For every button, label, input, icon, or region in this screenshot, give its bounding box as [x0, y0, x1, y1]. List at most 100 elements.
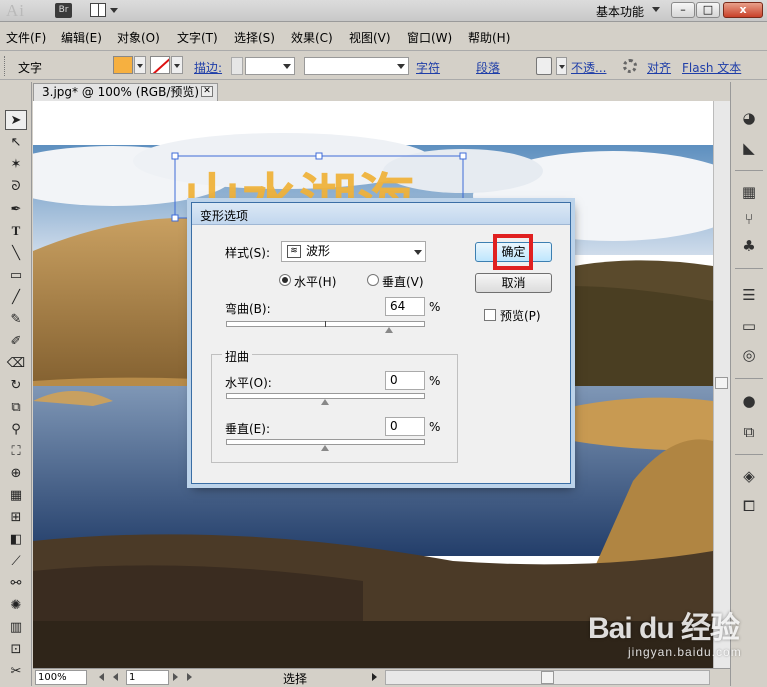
- artboards-panel-icon[interactable]: ⧠: [739, 496, 759, 516]
- menu-window[interactable]: 窗口(W): [407, 29, 452, 46]
- blend-tool-icon[interactable]: ⚯: [5, 573, 27, 593]
- vertical-radio[interactable]: [367, 274, 379, 286]
- bridge-button[interactable]: Br: [55, 3, 72, 18]
- stroke-dropdown[interactable]: [171, 56, 183, 74]
- stroke-panel-icon[interactable]: ☰: [739, 285, 759, 305]
- close-icon[interactable]: ✕: [201, 86, 213, 97]
- artboard-number-field[interactable]: 1: [126, 670, 169, 685]
- fill-dropdown[interactable]: [134, 56, 146, 74]
- stroke-weight-stepper[interactable]: [231, 57, 243, 75]
- slice-tool-icon[interactable]: ✂: [5, 661, 27, 681]
- align-link[interactable]: 对齐: [647, 59, 671, 76]
- swatches-panel-icon[interactable]: ▦: [739, 182, 759, 202]
- line-tool-icon[interactable]: ╲: [5, 243, 27, 263]
- rotate-tool-icon[interactable]: ↻: [5, 375, 27, 395]
- flash-text-link[interactable]: Flash 文本: [682, 59, 741, 76]
- menu-help[interactable]: 帮助(H): [468, 29, 510, 46]
- horizontal-scroll-thumb[interactable]: [541, 671, 554, 684]
- perspective-grid-tool-icon[interactable]: ▦: [5, 485, 27, 505]
- opacity-link[interactable]: 不透...: [571, 59, 606, 76]
- pen-tool-icon[interactable]: ✒: [5, 199, 27, 219]
- menu-effect[interactable]: 效果(C): [291, 29, 333, 46]
- bend-input[interactable]: 64: [385, 297, 425, 316]
- stroke-weight-dropdown[interactable]: [245, 57, 295, 75]
- pencil-tool-icon[interactable]: ✎: [5, 309, 27, 329]
- status-menu-icon[interactable]: [372, 673, 377, 681]
- direct-selection-tool-icon[interactable]: ↖: [5, 132, 27, 152]
- mesh-tool-icon[interactable]: ⊞: [5, 507, 27, 527]
- first-artboard-icon[interactable]: [99, 673, 104, 681]
- menu-file[interactable]: 文件(F): [6, 29, 46, 46]
- stroke-none-swatch[interactable]: [150, 56, 170, 74]
- menu-type[interactable]: 文字(T): [177, 29, 218, 46]
- distort-horizontal-input[interactable]: 0: [385, 371, 425, 390]
- distort-vertical-slider-thumb[interactable]: [321, 445, 329, 451]
- shape-builder-tool-icon[interactable]: ⊕: [5, 463, 27, 483]
- selection-tool-icon[interactable]: ➤: [5, 110, 27, 130]
- layers-panel-icon[interactable]: ◈: [739, 466, 759, 486]
- vertical-radio-label[interactable]: 垂直(V): [382, 273, 424, 290]
- cancel-button[interactable]: 取消: [475, 273, 552, 293]
- blob-brush-tool-icon[interactable]: ✐: [5, 331, 27, 351]
- gear-icon[interactable]: [623, 59, 637, 73]
- panel-grip-icon[interactable]: [4, 56, 7, 76]
- preview-checkbox[interactable]: [484, 309, 496, 321]
- selection-handle[interactable]: [171, 214, 179, 222]
- zoom-dropdown[interactable]: 100%: [35, 670, 87, 685]
- maximize-button[interactable]: □: [696, 2, 720, 18]
- font-family-dropdown[interactable]: [304, 57, 409, 75]
- paintbrush-tool-icon[interactable]: ╱: [5, 287, 27, 307]
- character-panel-link[interactable]: 字符: [416, 59, 440, 76]
- horizontal-radio[interactable]: [279, 274, 291, 286]
- distort-vertical-input[interactable]: 0: [385, 417, 425, 436]
- minimize-button[interactable]: –: [671, 2, 695, 18]
- free-transform-tool-icon[interactable]: ⛶: [5, 441, 27, 461]
- dialog-titlebar[interactable]: 变形选项: [192, 203, 570, 225]
- brushes-panel-icon[interactable]: ⑂: [739, 209, 759, 229]
- magic-wand-tool-icon[interactable]: ✶: [5, 154, 27, 174]
- selection-handle[interactable]: [459, 152, 467, 160]
- current-tool-status[interactable]: 选择: [283, 670, 307, 687]
- next-artboard-icon[interactable]: [173, 673, 178, 681]
- selection-handle[interactable]: [315, 152, 323, 160]
- vertical-scroll-thumb[interactable]: [715, 377, 728, 389]
- column-graph-tool-icon[interactable]: ▥: [5, 617, 27, 637]
- stroke-label[interactable]: 描边:: [194, 59, 222, 76]
- symbols-panel-icon[interactable]: ♣: [739, 236, 759, 256]
- fill-color-swatch[interactable]: [113, 56, 133, 74]
- appearance-panel-icon[interactable]: ●: [739, 391, 759, 411]
- artboard-tool-icon[interactable]: ⊡: [5, 639, 27, 659]
- menu-object[interactable]: 对象(O): [117, 29, 160, 46]
- arrange-documents-button[interactable]: [90, 3, 120, 18]
- warp-tool-icon[interactable]: ⚲: [5, 419, 27, 439]
- previous-artboard-icon[interactable]: [113, 673, 118, 681]
- chevron-down-icon[interactable]: [652, 7, 660, 12]
- rectangle-tool-icon[interactable]: ▭: [5, 265, 27, 285]
- type-tool-icon[interactable]: T: [5, 221, 27, 241]
- menu-edit[interactable]: 编辑(E): [61, 29, 102, 46]
- eyedropper-tool-icon[interactable]: ⟋: [5, 551, 27, 571]
- menu-select[interactable]: 选择(S): [234, 29, 275, 46]
- lasso-tool-icon[interactable]: ᘐ: [5, 176, 27, 196]
- last-artboard-icon[interactable]: [187, 673, 192, 681]
- distort-horizontal-slider-thumb[interactable]: [321, 399, 329, 405]
- transparency-panel-icon[interactable]: ◎: [739, 345, 759, 365]
- menu-view[interactable]: 视图(V): [349, 29, 391, 46]
- horizontal-radio-label[interactable]: 水平(H): [294, 273, 336, 290]
- color-guide-panel-icon[interactable]: ◣: [739, 138, 759, 158]
- paragraph-panel-link[interactable]: 段落: [476, 59, 500, 76]
- gradient-tool-icon[interactable]: ◧: [5, 529, 27, 549]
- document-tab[interactable]: 3.jpg* @ 100% (RGB/预览): [33, 83, 218, 101]
- scale-tool-icon[interactable]: ⧉: [5, 397, 27, 417]
- graphic-styles-panel-icon[interactable]: ⧉: [739, 422, 759, 442]
- gradient-panel-icon[interactable]: ▭: [739, 316, 759, 336]
- warp-style-dropdown[interactable]: ≋ 波形: [281, 241, 426, 262]
- opacity-dropdown[interactable]: [556, 57, 567, 75]
- close-button[interactable]: x: [723, 2, 763, 18]
- color-panel-icon[interactable]: ◕: [739, 108, 759, 128]
- selection-handle[interactable]: [171, 152, 179, 160]
- preview-label[interactable]: 预览(P): [500, 307, 541, 324]
- opacity-mask-icon[interactable]: [536, 57, 552, 75]
- workspace-switcher[interactable]: 基本功能: [596, 3, 644, 20]
- bend-slider-thumb[interactable]: [385, 327, 393, 333]
